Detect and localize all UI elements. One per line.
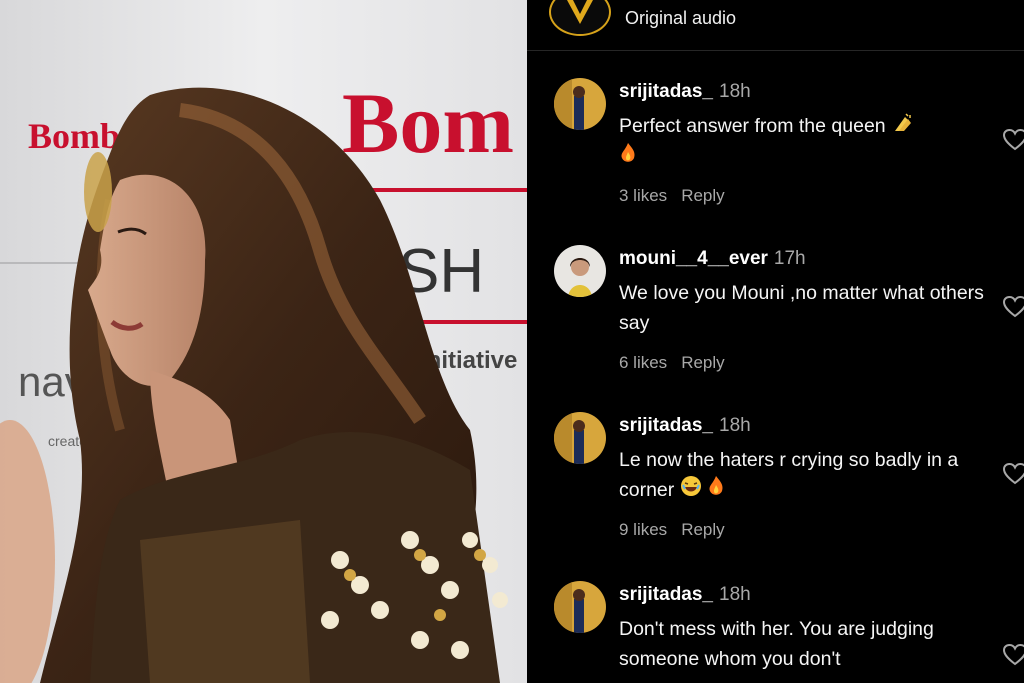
laughing-face-icon	[680, 475, 702, 506]
comment-username[interactable]: srijitadas_ 18h	[619, 81, 751, 103]
avatar[interactable]	[554, 412, 606, 464]
reply-button[interactable]: Reply	[681, 520, 724, 539]
audio-label[interactable]: Original audio	[625, 8, 736, 29]
avatar[interactable]	[554, 581, 606, 633]
post-header: Original audio	[527, 0, 1024, 51]
comment-actions: 3 likes Reply	[619, 186, 739, 206]
event-photo: Bomb Bom SH Initiative navy created b	[0, 0, 527, 683]
like-heart-icon[interactable]	[1002, 643, 1024, 667]
avatar[interactable]	[554, 245, 606, 297]
likes-count[interactable]: 3 likes	[619, 186, 667, 205]
like-heart-icon[interactable]	[1002, 462, 1024, 486]
likes-count[interactable]: 9 likes	[619, 520, 667, 539]
fire-icon	[619, 142, 637, 173]
video-frame[interactable]: Bomb Bom SH Initiative navy created b	[0, 0, 527, 683]
comment-time: 17h	[773, 248, 806, 269]
comment-text: Don't mess with her. You are judging som…	[619, 618, 934, 670]
likes-count[interactable]: 6 likes	[619, 353, 667, 372]
avatar[interactable]	[554, 78, 606, 130]
comment-actions: 6 likes Reply	[619, 353, 739, 373]
reply-button[interactable]: Reply	[681, 353, 724, 372]
like-heart-icon[interactable]	[1002, 295, 1024, 319]
comments-panel: Original audio srijitadas_ 18h Perfect an…	[527, 0, 1024, 683]
comment-time: 18h	[719, 415, 751, 436]
fire-icon	[707, 475, 725, 506]
comment-username[interactable]: srijitadas_ 18h	[619, 584, 751, 606]
comment-actions: 9 likes Reply	[619, 520, 739, 540]
account-avatar[interactable]	[549, 0, 611, 36]
backdrop-text-big: Bom	[342, 75, 514, 171]
comment-username[interactable]: mouni__4__ever 17h	[619, 248, 806, 270]
comment-username[interactable]: srijitadas_ 18h	[619, 415, 751, 437]
comment-time: 18h	[719, 584, 751, 605]
comment-text: Le now the haters r crying so badly in a…	[619, 445, 997, 506]
clapping-hands-icon	[891, 112, 913, 142]
like-heart-icon[interactable]	[1002, 128, 1024, 152]
comment-text: We love you Mouni ,no matter what others…	[619, 282, 984, 334]
logo-icon	[567, 0, 593, 24]
reply-button[interactable]: Reply	[681, 186, 724, 205]
comment-time: 18h	[719, 81, 751, 102]
comment-text: Perfect answer from the queen	[619, 111, 997, 173]
backdrop-text-left: Bomb	[28, 116, 120, 156]
